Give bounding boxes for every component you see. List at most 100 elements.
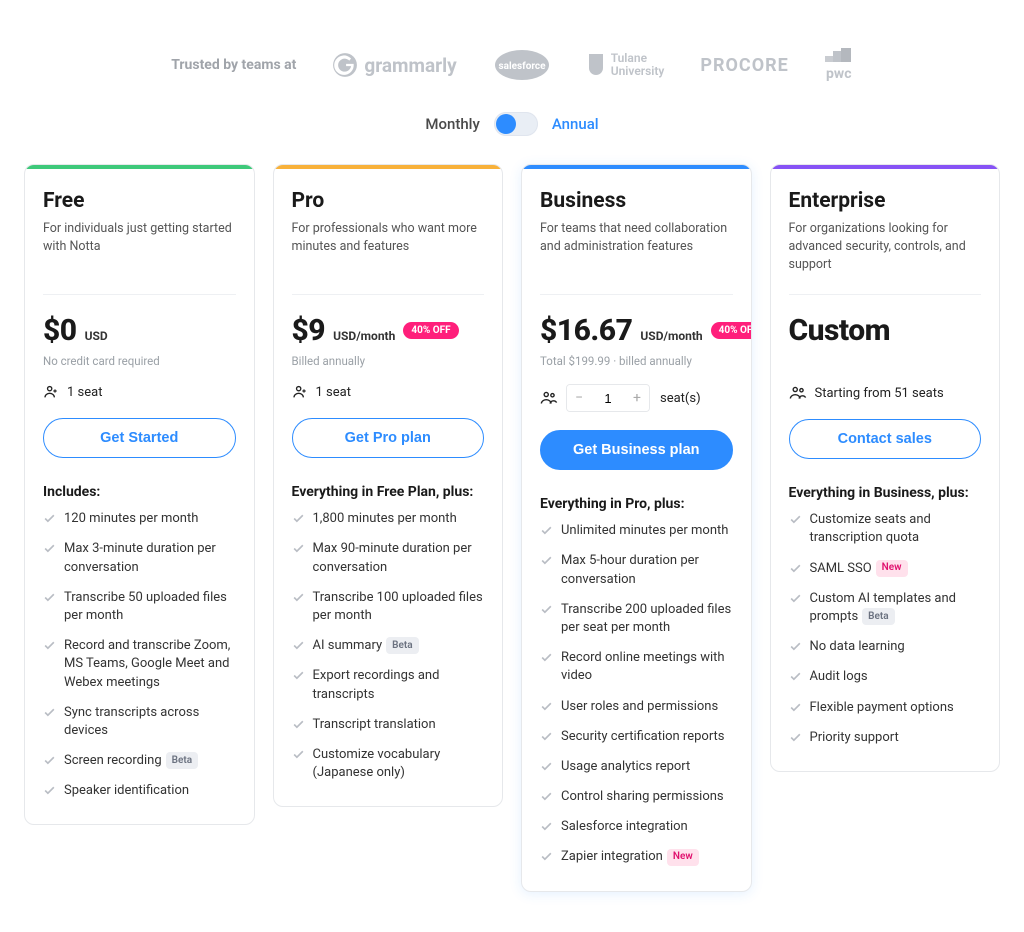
feature-item: Export recordings and transcripts <box>292 667 485 703</box>
billing-annual[interactable]: Annual <box>552 115 599 133</box>
plan-pro-seats: 1 seat <box>292 384 485 400</box>
plan-free-cta[interactable]: Get Started <box>43 418 236 458</box>
plan-business-tagline: For teams that need collaboration and ad… <box>540 220 733 276</box>
plan-enterprise-price: Custom <box>789 313 891 348</box>
check-icon <box>789 640 802 653</box>
pill-new: New <box>876 560 908 577</box>
check-icon <box>292 591 305 604</box>
feature-item: Max 90-minute duration per conversation <box>292 540 485 576</box>
check-icon <box>540 760 553 773</box>
check-icon <box>292 718 305 731</box>
plan-business-seats: − + seat(s) <box>540 384 733 412</box>
check-icon <box>292 748 305 761</box>
pill-new: New <box>667 849 699 866</box>
plan-enterprise-cta[interactable]: Contact sales <box>789 419 982 459</box>
logo-procore: PROCORE <box>700 55 788 76</box>
check-icon <box>789 701 802 714</box>
check-icon <box>292 639 305 652</box>
feature-item: Zapier integrationNew <box>540 848 733 866</box>
check-icon <box>540 700 553 713</box>
feature-item: Customize vocabulary (Japanese only) <box>292 746 485 782</box>
check-icon <box>292 542 305 555</box>
seat-decrement[interactable]: − <box>567 385 591 411</box>
feature-item: Usage analytics report <box>540 758 733 776</box>
feature-item: SAML SSONew <box>789 560 982 578</box>
plan-free: Free For individuals just getting starte… <box>24 164 255 825</box>
feature-item: Max 5-hour duration per conversation <box>540 552 733 588</box>
plan-free-price: $0 <box>43 313 77 348</box>
feature-item: Transcript translation <box>292 716 485 734</box>
plan-enterprise-features: Customize seats and transcription quota S… <box>789 511 982 747</box>
feature-item: Priority support <box>789 729 982 747</box>
feature-item: 1,800 minutes per month <box>292 510 485 528</box>
check-icon <box>540 730 553 743</box>
seat-increment[interactable]: + <box>625 385 649 411</box>
plan-pro-name: Pro <box>292 189 485 214</box>
billing-toggle: Monthly Annual <box>24 112 1000 136</box>
plan-pro-cta[interactable]: Get Pro plan <box>292 418 485 458</box>
plan-business-features: Unlimited minutes per month Max 5-hour du… <box>540 522 733 866</box>
check-icon <box>540 524 553 537</box>
check-icon <box>789 562 802 575</box>
plan-pro-note: Billed annually <box>292 354 485 368</box>
plan-free-features: 120 minutes per monthMax 3-minute durati… <box>43 510 236 800</box>
pill-beta: Beta <box>166 752 198 769</box>
check-icon <box>43 512 56 525</box>
check-icon <box>292 669 305 682</box>
svg-text:salesforce: salesforce <box>498 61 546 72</box>
feature-item: Customize seats and transcription quota <box>789 511 982 547</box>
check-icon <box>43 639 56 652</box>
feature-item: Audit logs <box>789 668 982 686</box>
feature-item: Security certification reports <box>540 728 733 746</box>
plan-free-tagline: For individuals just getting started wit… <box>43 220 236 276</box>
feature-item: User roles and permissions <box>540 698 733 716</box>
seat-icon <box>292 384 308 400</box>
billing-monthly[interactable]: Monthly <box>425 115 479 133</box>
plan-free-name: Free <box>43 189 236 214</box>
plan-business-cta[interactable]: Get Business plan <box>540 430 733 470</box>
check-icon <box>540 603 553 616</box>
feature-item: Transcribe 50 uploaded files per month <box>43 589 236 625</box>
seat-stepper[interactable]: − + <box>566 384 650 412</box>
feature-item: Record and transcribe Zoom, MS Teams, Go… <box>43 637 236 692</box>
plan-pro-discount: 40% OFF <box>403 322 458 339</box>
seat-icon <box>43 384 59 400</box>
feature-item: AI summaryBeta <box>292 637 485 655</box>
pill-beta: Beta <box>386 637 418 654</box>
check-icon <box>789 731 802 744</box>
trusted-label: Trusted by teams at <box>171 57 296 73</box>
plan-business-name: Business <box>540 189 733 214</box>
plan-free-note: No credit card required <box>43 354 236 368</box>
logo-grammarly: grammarly <box>332 52 456 78</box>
check-icon <box>540 790 553 803</box>
pill-beta: Beta <box>862 608 894 625</box>
feature-item: Screen recordingBeta <box>43 752 236 770</box>
plan-enterprise: Enterprise For organizations looking for… <box>770 164 1001 772</box>
seat-quantity[interactable] <box>591 391 625 406</box>
feature-item: Custom AI templates and promptsBeta <box>789 590 982 626</box>
check-icon <box>540 554 553 567</box>
check-icon <box>540 850 553 863</box>
plans-grid: Free For individuals just getting starte… <box>24 164 1000 892</box>
plan-enterprise-name: Enterprise <box>789 189 982 214</box>
check-icon <box>789 513 802 526</box>
logo-pwc: pwc <box>825 48 853 82</box>
plan-pro-features: 1,800 minutes per month Max 90-minute dur… <box>292 510 485 782</box>
check-icon <box>789 670 802 683</box>
feature-item: Record online meetings with video <box>540 649 733 685</box>
logo-salesforce: salesforce <box>493 48 551 82</box>
trusted-row: Trusted by teams at grammarly salesforce… <box>24 20 1000 100</box>
plan-business-note: Total $199.99 · billed annually <box>540 354 733 368</box>
plan-business: Business For teams that need collaborati… <box>521 164 752 892</box>
plan-pro-price: $9 <box>292 313 326 348</box>
feature-item: Salesforce integration <box>540 818 733 836</box>
feature-item: Control sharing permissions <box>540 788 733 806</box>
plan-business-price: $16.67 <box>540 313 632 348</box>
logo-tulane: TulaneUniversity <box>587 52 665 78</box>
feature-item: 120 minutes per month <box>43 510 236 528</box>
plan-enterprise-tagline: For organizations looking for advanced s… <box>789 220 982 276</box>
check-icon <box>43 542 56 555</box>
billing-switch[interactable] <box>494 112 538 136</box>
feature-item: Unlimited minutes per month <box>540 522 733 540</box>
check-icon <box>540 820 553 833</box>
